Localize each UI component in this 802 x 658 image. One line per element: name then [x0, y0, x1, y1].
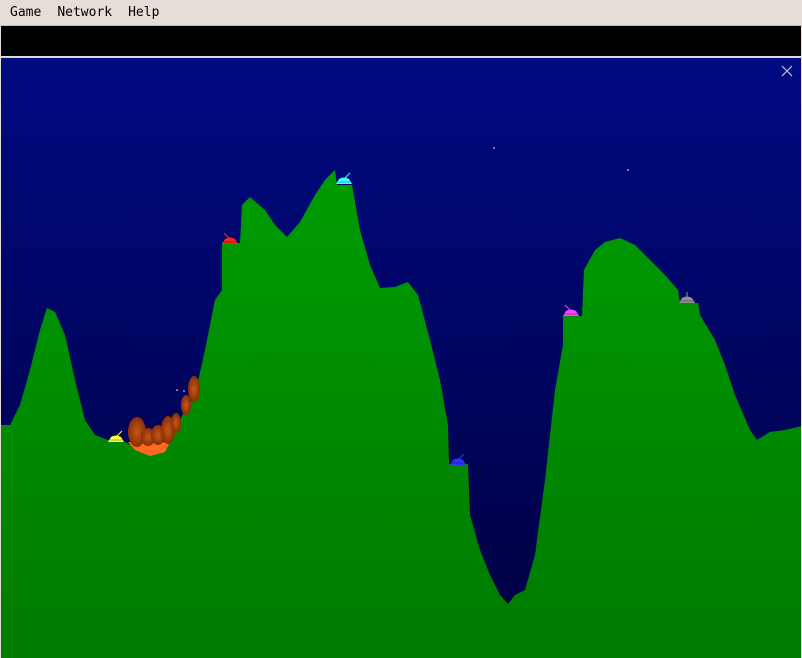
- star: [493, 147, 495, 149]
- star: [627, 169, 629, 171]
- menu-network[interactable]: Network: [47, 5, 120, 20]
- game-canvas[interactable]: [1, 57, 801, 658]
- close-icon[interactable]: [780, 64, 794, 78]
- menu-game[interactable]: Game: [0, 5, 49, 20]
- menu-help[interactable]: Help: [118, 5, 167, 20]
- status-bar: [1, 26, 801, 56]
- menu-bar: Game Network Help: [0, 0, 802, 26]
